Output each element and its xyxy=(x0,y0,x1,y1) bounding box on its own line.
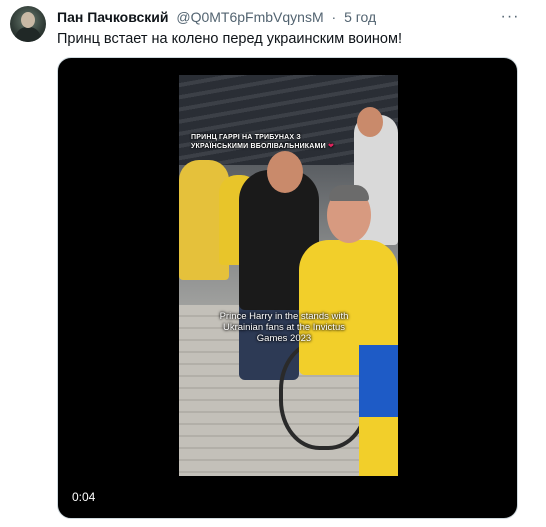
more-options-icon[interactable]: ··· xyxy=(498,6,522,28)
video-frame[interactable]: ПРИНЦ ГАРРІ НА ТРИБУНАХ З УКРАЇНСЬКИМИ В… xyxy=(179,75,398,476)
video-timestamp: 0:04 xyxy=(72,490,96,504)
tweet-header: Пан Пачковский @Q0MT6pFmbVqynsM · 5 год xyxy=(57,8,506,26)
bystander-right-head xyxy=(357,107,383,137)
avatar[interactable] xyxy=(10,6,46,42)
heart-icon: ❤ xyxy=(327,143,335,150)
author-handle[interactable]: @Q0MT6pFmbVqynsM xyxy=(176,9,323,25)
video-caption-ukrainian: ПРИНЦ ГАРРІ НА ТРИБУНАХ З УКРАЇНСЬКИМИ В… xyxy=(191,133,355,151)
kneeling-man-head xyxy=(267,151,303,193)
tweet-timestamp[interactable]: 5 год xyxy=(344,9,376,25)
ukrainian-flag xyxy=(359,345,398,476)
seated-fan-hair xyxy=(329,185,369,201)
video-caption-english: Prince Harry in the stands with Ukrainia… xyxy=(219,311,349,344)
avatar-figure-head xyxy=(21,12,35,28)
avatar-figure-body xyxy=(15,27,41,42)
caption-ua-text: ПРИНЦ ГАРРІ НА ТРИБУНАХ З УКРАЇНСЬКИМИ В… xyxy=(191,134,326,150)
author-name[interactable]: Пан Пачковский xyxy=(57,9,168,25)
video-player[interactable]: ПРИНЦ ГАРРІ НА ТРИБУНАХ З УКРАЇНСЬКИМИ В… xyxy=(57,57,518,519)
tweet-text: Принц встает на колено перед украинским … xyxy=(57,31,402,47)
separator-dot: · xyxy=(331,9,337,25)
